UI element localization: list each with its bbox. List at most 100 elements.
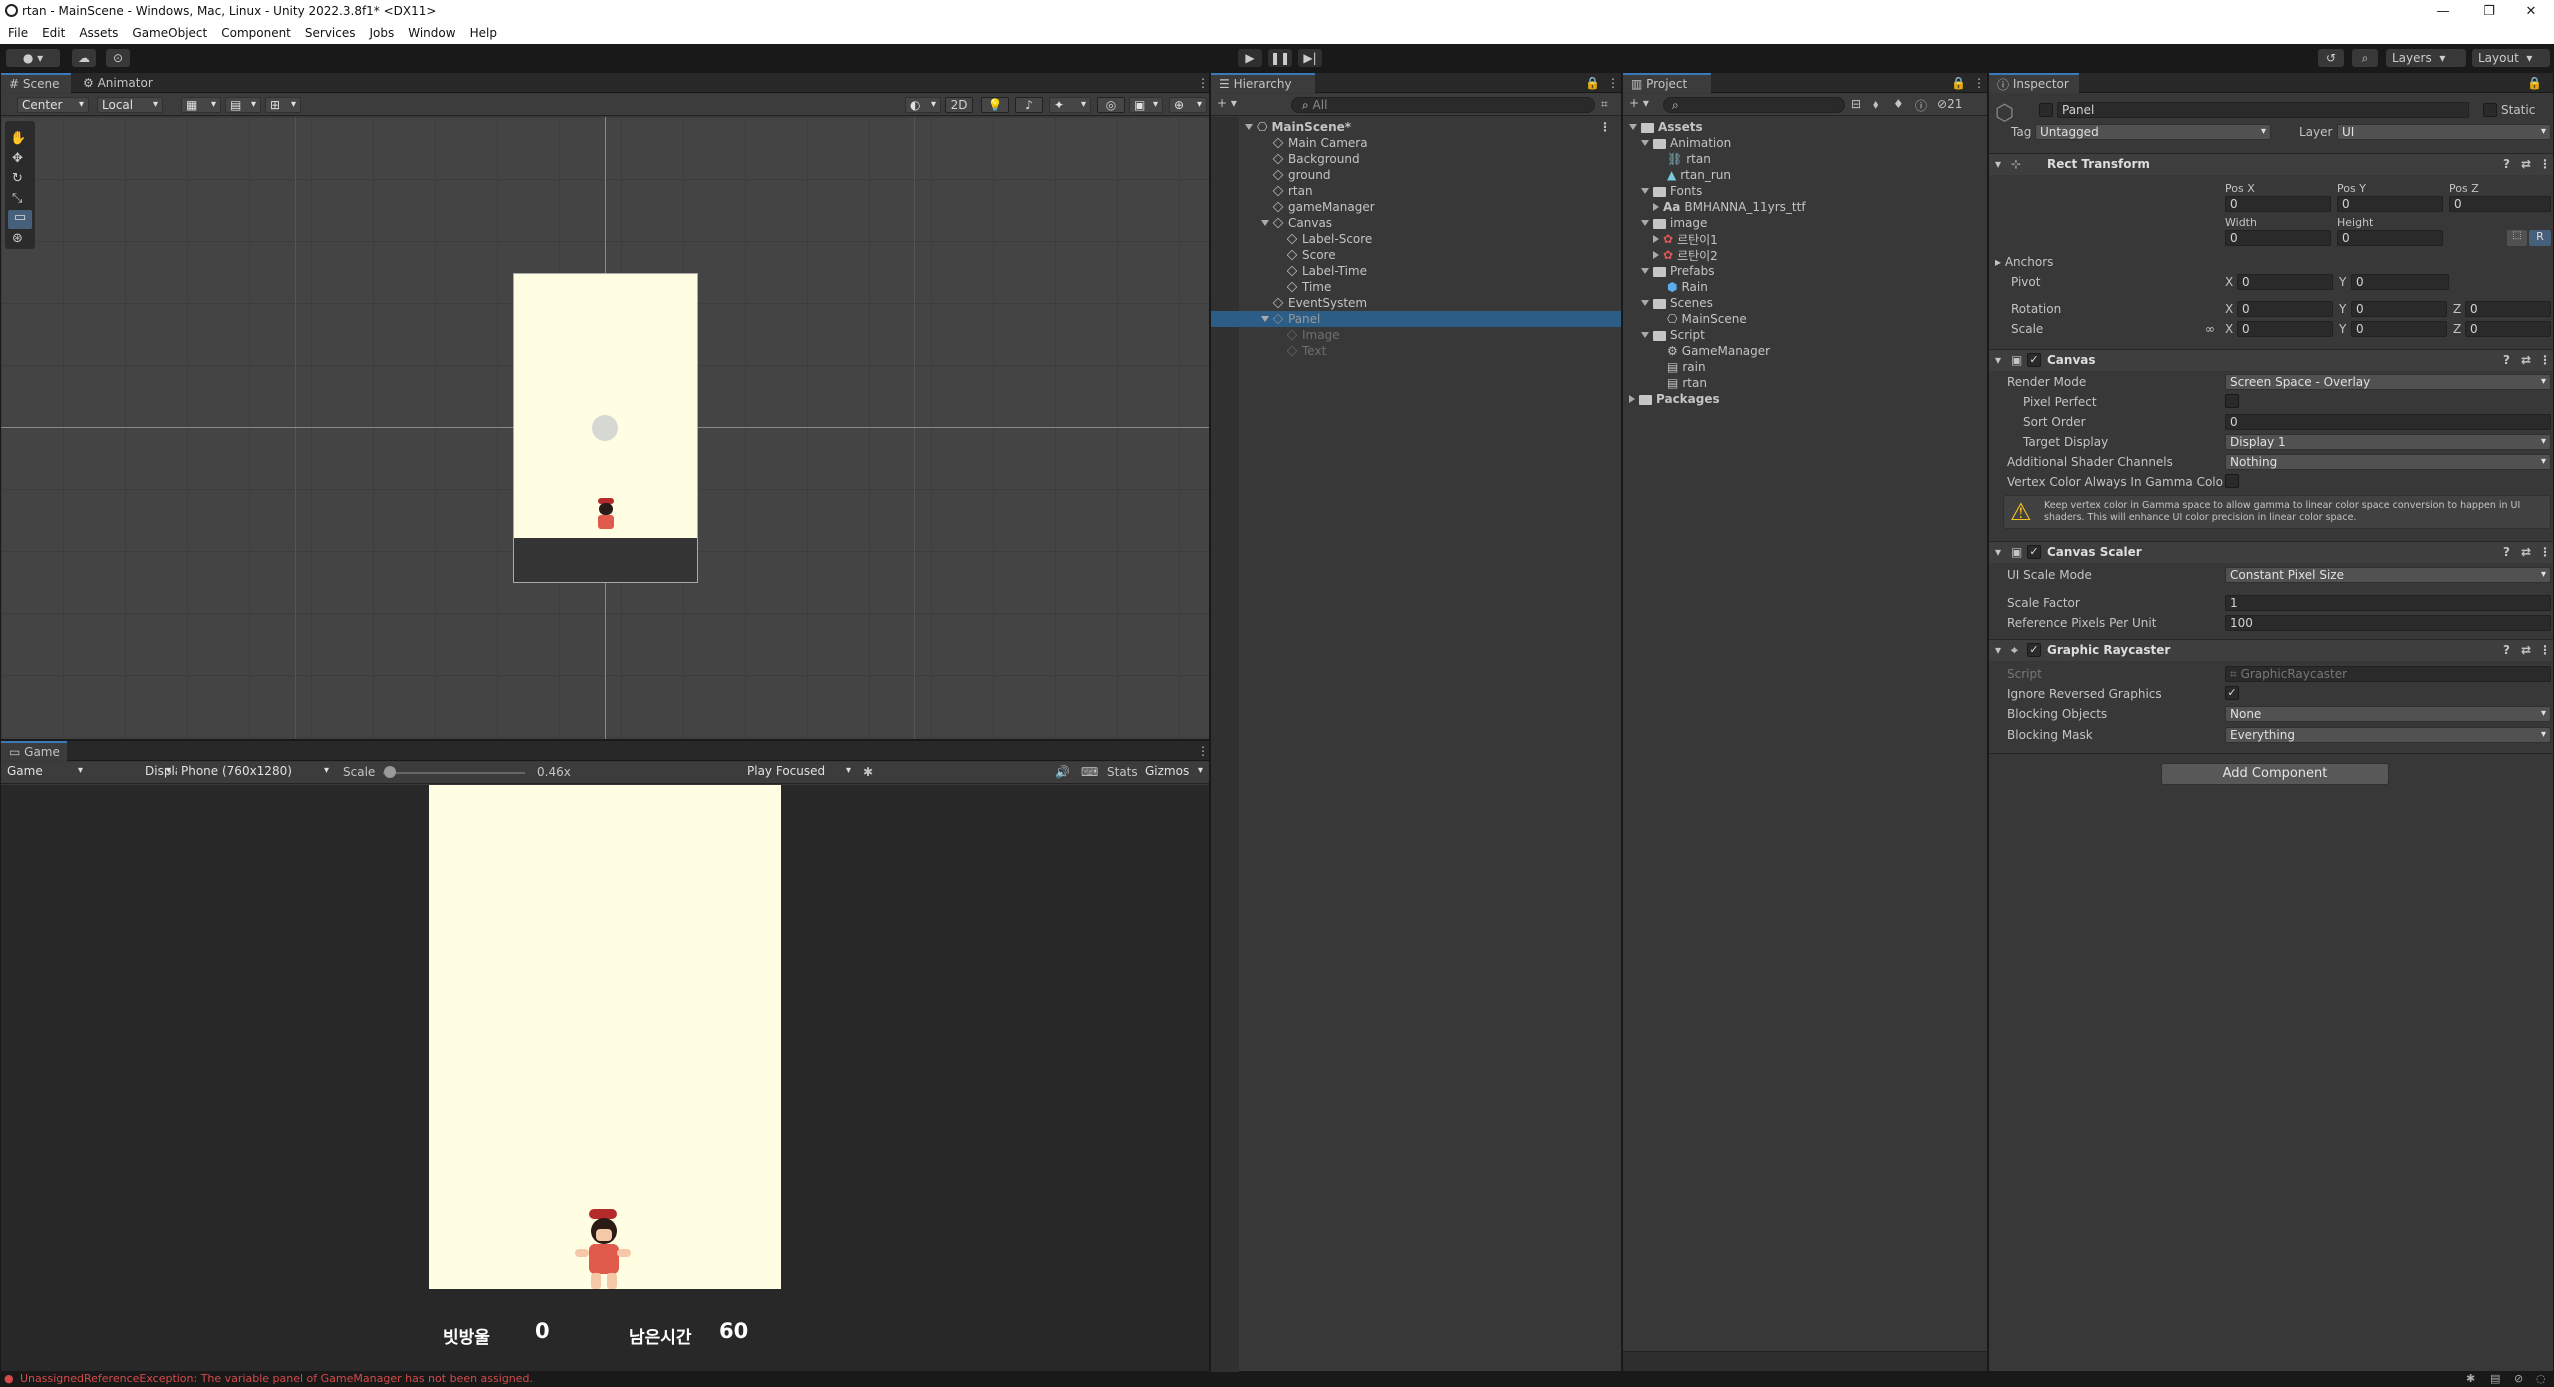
play-button[interactable]: ▶ <box>1238 49 1262 67</box>
blocking-objects-dropdown[interactable]: None <box>2225 706 2551 722</box>
help-icon[interactable]: ? <box>2503 545 2510 559</box>
rotation-z-field[interactable]: 0 <box>2465 301 2551 317</box>
preset-icon[interactable]: ⇄ <box>2521 643 2531 657</box>
menu-gameobject[interactable]: GameObject <box>132 26 207 40</box>
scene-more-icon[interactable]: ⋮ <box>1189 73 1209 93</box>
game-screen[interactable]: 빗방울 0 남은시간 60 <box>429 785 781 1371</box>
progress-icon[interactable]: ◌ <box>2536 1372 2546 1385</box>
hierarchy-more-icon[interactable]: ⋮ <box>1599 73 1619 93</box>
hierarchy-search-scope-icon[interactable]: ⌗ <box>1601 97 1608 112</box>
vertex-color-checkbox[interactable] <box>2225 474 2239 488</box>
preset-icon[interactable]: ⇄ <box>2521 545 2531 559</box>
console-error-message[interactable]: UnassignedReferenceException: The variab… <box>20 1372 533 1385</box>
expand-icon[interactable] <box>1245 124 1253 130</box>
project-item-mainscene[interactable]: ⎔ MainScene <box>1623 311 1987 327</box>
help-icon[interactable]: ? <box>2503 353 2510 367</box>
ignore-reversed-checkbox[interactable]: ✓ <box>2225 686 2239 700</box>
hierarchy-add-button[interactable]: + ▾ <box>1217 96 1237 110</box>
hierarchy-lock-icon[interactable]: 🔒 <box>1577 73 1600 93</box>
canvas-scaler-header[interactable]: ▾ ▣ ✓ Canvas Scaler ? ⇄ ⋮ <box>1989 541 2553 563</box>
hierarchy-item-eventsystem[interactable]: EventSystem <box>1211 295 1621 311</box>
component-menu-icon[interactable]: ⋮ <box>2539 157 2551 171</box>
tab-project[interactable]: ▥ Project <box>1623 73 1711 93</box>
rotate-tool-icon[interactable]: ↻ <box>12 171 23 186</box>
preset-icon[interactable]: ⇄ <box>2521 157 2531 171</box>
expand-icon[interactable] <box>1641 188 1649 194</box>
hierarchy-item-canvas[interactable]: Canvas <box>1211 215 1621 231</box>
space-dropdown[interactable]: Local <box>97 97 163 113</box>
project-item-gamemanager[interactable]: ⚙ GameManager <box>1623 343 1987 359</box>
hierarchy-item-text[interactable]: Text <box>1211 343 1621 359</box>
scale-z-field[interactable]: 0 <box>2465 321 2551 337</box>
menu-assets[interactable]: Assets <box>79 26 118 40</box>
gizmos-icon[interactable]: ⊕ <box>1169 97 1207 113</box>
hierarchy-item-image[interactable]: Image <box>1211 327 1621 343</box>
account-button[interactable]: ● ▾ <box>6 49 60 67</box>
menu-services[interactable]: Services <box>305 26 356 40</box>
game-more-icon[interactable]: ⋮ <box>1189 741 1209 761</box>
project-item-assets[interactable]: Assets <box>1623 119 1987 135</box>
project-item-rtan1[interactable]: ✿ 르탄이1 <box>1623 231 1987 247</box>
layers-dropdown[interactable]: Layers ▾ <box>2386 49 2466 67</box>
raw-edit-button[interactable]: R <box>2529 230 2551 246</box>
project-item-image[interactable]: image <box>1623 215 1987 231</box>
posy-field[interactable]: 0 <box>2337 196 2443 212</box>
scale-x-field[interactable]: 0 <box>2237 321 2333 337</box>
height-field[interactable]: 0 <box>2337 230 2443 246</box>
expand-icon[interactable] <box>1641 268 1649 274</box>
expand-icon[interactable] <box>1641 332 1649 338</box>
foldout-icon[interactable]: ▾ <box>1995 353 2001 367</box>
posx-field[interactable]: 0 <box>2225 196 2331 212</box>
project-item-prefabs[interactable]: Prefabs <box>1623 263 1987 279</box>
project-lock-icon[interactable]: 🔒 <box>1943 73 1966 93</box>
grid-icon[interactable]: ▤ <box>225 97 261 113</box>
menu-file[interactable]: File <box>8 26 28 40</box>
pivot-dropdown[interactable]: Center <box>17 97 89 113</box>
hierarchy-item-label-score[interactable]: Label-Score <box>1211 231 1621 247</box>
project-item-script[interactable]: Script <box>1623 327 1987 343</box>
canvas-enabled-checkbox[interactable]: ✓ <box>2027 353 2041 367</box>
game-viewport[interactable]: 빗방울 0 남은시간 60 <box>1 785 1209 1371</box>
expand-icon[interactable] <box>1261 316 1269 322</box>
collapse-icon[interactable] <box>1629 395 1635 403</box>
visibility-icon[interactable]: ◎ <box>1097 97 1125 113</box>
hand-tool-icon[interactable]: ✋ <box>10 131 26 146</box>
rotation-y-field[interactable]: 0 <box>2351 301 2447 317</box>
project-item-packages[interactable]: Packages <box>1623 391 1987 407</box>
tab-game[interactable]: ▭ Game <box>1 741 67 761</box>
layer-dropdown[interactable]: UI <box>2337 124 2551 140</box>
foldout-icon[interactable]: ▾ <box>1995 643 2001 657</box>
search-by-label-icon[interactable]: ⬧ <box>1873 97 1878 112</box>
auto-generate-lighting-icon[interactable]: ⊘ <box>2514 1372 2523 1385</box>
hierarchy-search-input[interactable]: ⌕ All <box>1291 97 1595 113</box>
pivot-y-field[interactable]: 0 <box>2351 274 2449 290</box>
scene-ground-sprite[interactable] <box>514 538 697 582</box>
scale-tool-icon[interactable]: ⤡ <box>12 191 22 206</box>
help-icon[interactable]: ? <box>2503 157 2510 171</box>
ui-scale-mode-dropdown[interactable]: Constant Pixel Size <box>2225 567 2551 583</box>
hierarchy-item-rtan[interactable]: rtan <box>1211 183 1621 199</box>
preset-icon[interactable]: ⇄ <box>2521 353 2531 367</box>
active-checkbox[interactable] <box>2039 103 2053 117</box>
static-checkbox[interactable] <box>2483 103 2497 117</box>
snap-icon[interactable]: ▦ <box>181 97 221 113</box>
add-component-button[interactable]: Add Component <box>2161 763 2389 785</box>
scale-slider-track[interactable] <box>383 772 525 774</box>
shader-channels-dropdown[interactable]: Nothing <box>2225 454 2551 470</box>
hierarchy-item-panel[interactable]: Panel <box>1211 311 1621 327</box>
menu-window[interactable]: Window <box>408 26 455 40</box>
cache-server-icon[interactable]: ▤ <box>2490 1372 2500 1385</box>
project-item-rain-script[interactable]: ▤ rain <box>1623 359 1987 375</box>
menu-edit[interactable]: Edit <box>42 26 65 40</box>
transform-tool-icon[interactable]: ⊛ <box>12 231 23 246</box>
tab-scene[interactable]: # Scene <box>1 73 71 93</box>
blocking-mask-dropdown[interactable]: Everything <box>2225 727 2551 743</box>
project-item-rtan-anim[interactable]: ⛓ rtan <box>1623 151 1987 167</box>
bug-icon[interactable]: ✱ <box>863 765 873 779</box>
graphic-raycaster-header[interactable]: ▾ ⌖ ✓ Graphic Raycaster ? ⇄ ⋮ <box>1989 639 2553 661</box>
rect-transform-header[interactable]: ▾ ⊹ Rect Transform ? ⇄ ⋮ <box>1989 153 2553 175</box>
history-icon[interactable]: ↺ <box>2318 49 2344 67</box>
game-view-dropdown[interactable]: Game <box>3 764 87 780</box>
camera-icon[interactable]: ▣ <box>1129 97 1163 113</box>
expand-icon[interactable] <box>1261 220 1269 226</box>
